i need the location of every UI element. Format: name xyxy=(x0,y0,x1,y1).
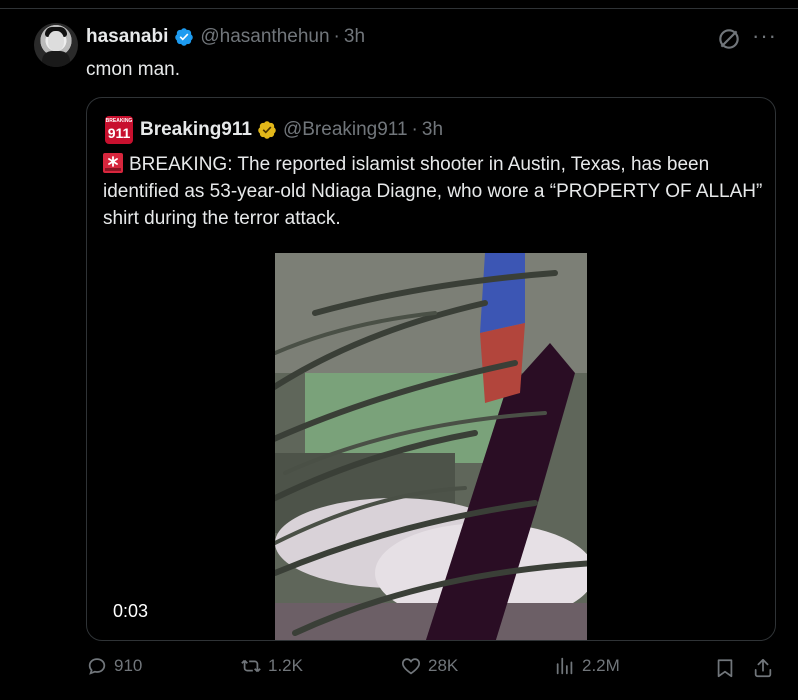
quote-header: BREAKING 911 Breaking911 @Breaking911 · … xyxy=(105,116,443,144)
quote-timestamp[interactable]: 3h xyxy=(422,119,443,141)
quote-author-handle[interactable]: @Breaking911 xyxy=(283,119,408,141)
quote-author-name[interactable]: Breaking911 xyxy=(140,119,252,141)
separator-dot: · xyxy=(333,26,340,47)
tweet-text: cmon man. xyxy=(86,59,180,80)
top-divider xyxy=(0,8,798,9)
views-button[interactable]: 2.2M xyxy=(554,655,620,677)
action-bar: 910 1.2K 28K 2.2M xyxy=(86,655,776,685)
reply-count: 910 xyxy=(114,656,143,675)
bookmark-icon[interactable] xyxy=(714,657,736,679)
quote-separator-dot: · xyxy=(411,119,418,140)
reply-icon xyxy=(88,658,106,675)
gold-verified-badge-icon xyxy=(258,121,276,139)
reply-button[interactable]: 910 xyxy=(86,655,142,677)
timestamp[interactable]: 3h xyxy=(344,26,365,48)
share-icon[interactable] xyxy=(752,657,774,679)
video-thumbnail[interactable] xyxy=(275,253,587,640)
quote-text-body: BREAKING: The reported islamist shooter … xyxy=(103,154,763,229)
quoted-tweet[interactable]: BREAKING 911 Breaking911 @Breaking911 · … xyxy=(86,97,776,641)
heart-icon xyxy=(402,658,420,675)
tweet-header: hasanabi @hasanthehun · 3h xyxy=(86,25,365,49)
avatar[interactable] xyxy=(34,23,78,67)
quote-avatar-num: 911 xyxy=(107,125,131,141)
video-duration: 0:03 xyxy=(113,601,149,621)
more-options-icon[interactable]: ··· xyxy=(752,24,777,48)
verified-badge-icon xyxy=(175,28,194,46)
author-handle[interactable]: @hasanthehun xyxy=(200,26,329,48)
grok-icon[interactable] xyxy=(716,26,742,52)
repost-button[interactable]: 1.2K xyxy=(240,655,303,677)
quote-avatar-top: BREAKING xyxy=(105,118,133,124)
quote-avatar[interactable]: BREAKING 911 xyxy=(105,116,133,144)
repost-icon xyxy=(241,659,261,673)
views-count: 2.2M xyxy=(582,656,620,675)
views-icon xyxy=(556,657,573,675)
repost-count: 1.2K xyxy=(268,656,303,675)
like-count: 28K xyxy=(428,656,459,675)
author-name[interactable]: hasanabi xyxy=(86,26,168,48)
video-frame-image xyxy=(275,253,587,640)
like-button[interactable]: 28K xyxy=(400,655,458,677)
quote-text: BREAKING: The reported islamist shooter … xyxy=(103,151,763,232)
siren-emoji-icon xyxy=(103,153,123,173)
